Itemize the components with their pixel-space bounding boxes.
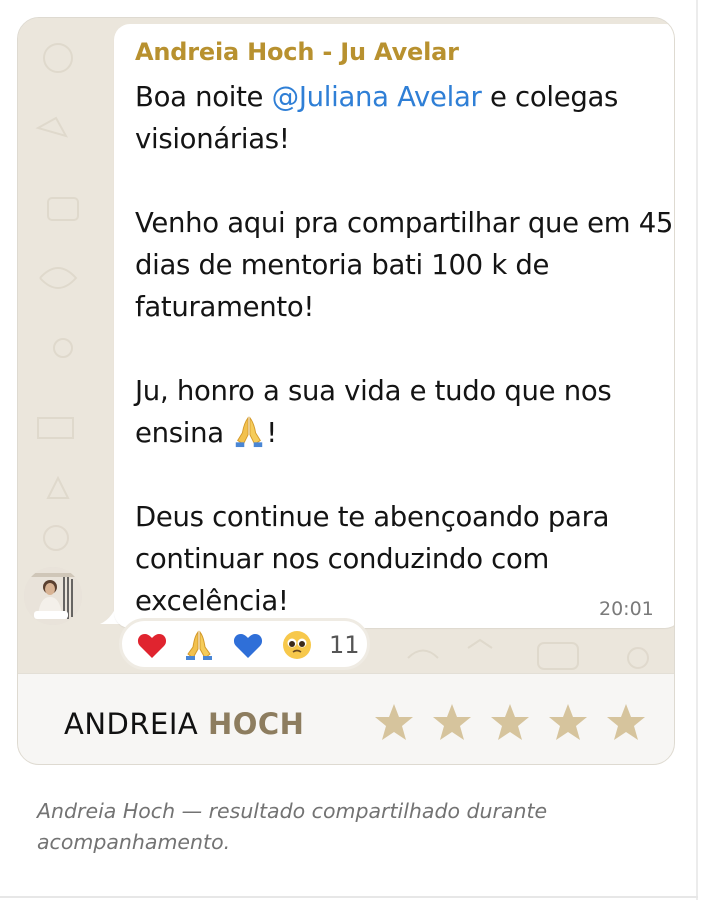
message-time: 20:01 xyxy=(599,598,654,620)
avatar[interactable] xyxy=(24,567,82,625)
page-bottom-divider xyxy=(0,896,698,898)
testimonial-footer: ANDREIA HOCH xyxy=(18,673,674,764)
praying-hands-icon xyxy=(186,630,212,660)
message-bubble: Andreia Hoch - Ju Avelar Boa noite @Juli… xyxy=(114,24,674,628)
message-greeting: Boa noite @Juliana Avelar e colegas visi… xyxy=(135,76,674,160)
author-name: ANDREIA HOCH xyxy=(64,707,304,741)
blue-heart-icon xyxy=(233,634,263,658)
mention-link[interactable]: @Juliana Avelar xyxy=(272,81,482,113)
message-paragraph-4: Deus continue te abençoando para continu… xyxy=(135,501,610,617)
star-icon xyxy=(549,704,587,740)
star-icon xyxy=(375,704,413,740)
message-text: Boa noite @Juliana Avelar e colegas visi… xyxy=(135,76,674,622)
avatar-photo xyxy=(24,567,82,625)
star-icon xyxy=(433,704,471,740)
paragraph-3-end: ! xyxy=(266,417,277,449)
page-divider xyxy=(696,0,698,900)
star-icon xyxy=(607,704,645,740)
testimonial-card: Andreia Hoch - Ju Avelar Boa noite @Juli… xyxy=(17,17,675,765)
paragraph-3-text: Ju, honro a sua vida e tudo que nos ensi… xyxy=(135,375,612,449)
reactions-bar[interactable]: 11 xyxy=(119,618,370,670)
praying-hands-icon xyxy=(236,416,263,448)
message-paragraph-2: Venho aqui pra compartilhar que em 45 di… xyxy=(135,207,674,323)
greeting-start: Boa noite xyxy=(135,81,272,113)
star-icon xyxy=(491,704,529,740)
heart-icon xyxy=(137,634,167,658)
author-last-name: HOCH xyxy=(207,707,305,741)
chat-screenshot: Andreia Hoch - Ju Avelar Boa noite @Juli… xyxy=(18,18,674,673)
testimonial-caption: Andreia Hoch — resultado compartilhado d… xyxy=(37,799,548,854)
star-rating xyxy=(374,702,646,742)
message-paragraph-3: Ju, honro a sua vida e tudo que nos ensi… xyxy=(135,370,674,454)
reaction-count: 11 xyxy=(329,631,360,659)
author-first-name: ANDREIA xyxy=(64,707,199,741)
pleading-face-icon xyxy=(283,631,311,659)
sender-name: Andreia Hoch - Ju Avelar xyxy=(135,38,459,66)
